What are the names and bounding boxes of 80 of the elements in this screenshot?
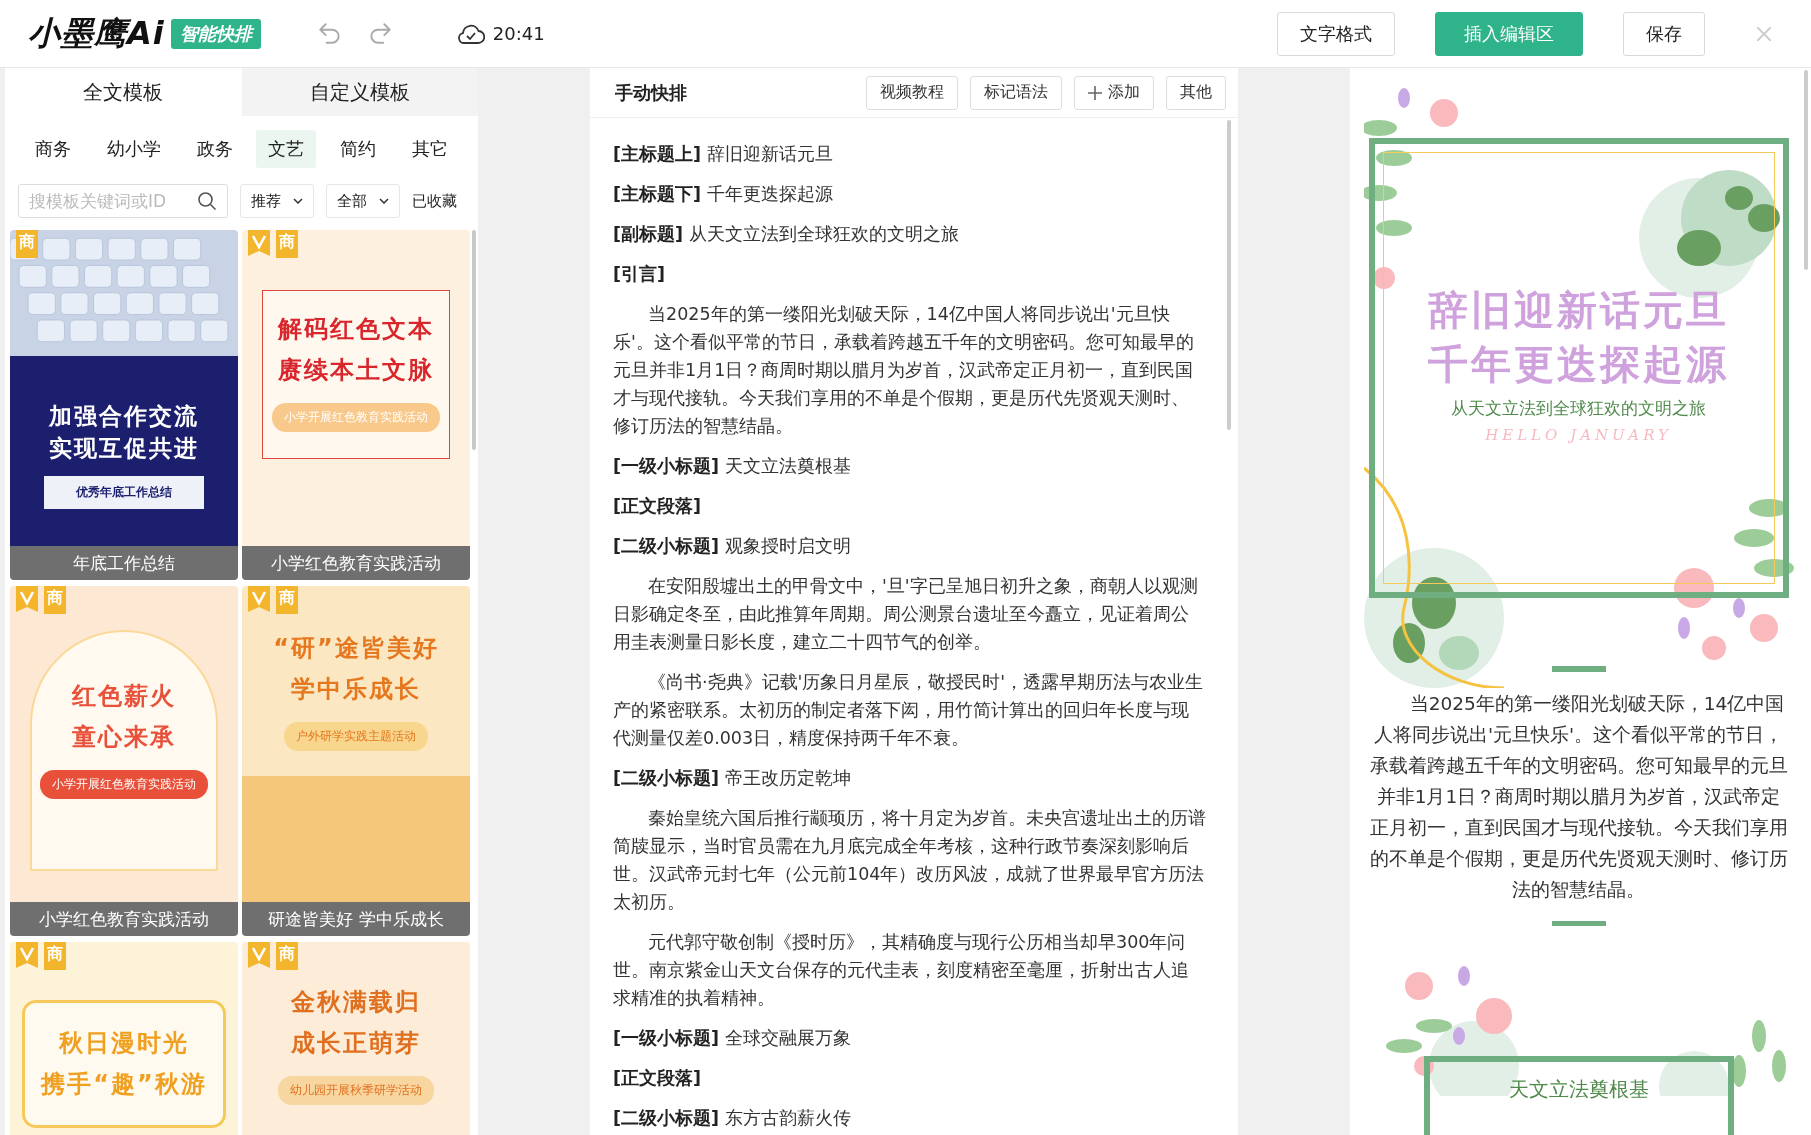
template-tag: 幼儿园开展秋季研学活动 — [278, 1075, 434, 1105]
template-card[interactable]: 商 “研”途皆美好 学中乐成长 户外研学实践主题活动 研途皆美好 学中乐成长 — [242, 586, 470, 936]
save-time: 20:41 — [492, 23, 545, 44]
section-label: [正文段落] — [613, 495, 702, 518]
marker-line: [主标题下] 千年更迭探起源 — [613, 183, 834, 206]
marker-line: [一级小标题] 全球交融展万象 — [613, 1027, 852, 1050]
editor-title: 手动快排 — [615, 80, 688, 105]
add-button[interactable]: 添加 — [1074, 75, 1154, 110]
template-title: 金秋满载归 成长正萌芽 — [291, 987, 421, 1059]
template-tag: 户外研学实践主题活动 — [284, 721, 428, 751]
cloud-check-icon — [456, 22, 485, 45]
chevron-down-icon — [379, 198, 389, 204]
template-tag: 小学开展红色教育实践活动 — [40, 769, 208, 799]
category-tab[interactable]: 商务 — [22, 130, 83, 168]
editor-button[interactable]: 标记语法 — [970, 75, 1062, 110]
template-title: 秋日漫时光 携手“趣”秋游 — [41, 1028, 207, 1100]
divider-bar — [1551, 666, 1606, 672]
commercial-badge: 商 — [276, 942, 298, 970]
template-tag: 小学开展红色教育实践活动 — [272, 402, 440, 432]
undo-icon[interactable] — [316, 20, 343, 47]
marker-line: [副标题] 从天文立法到全球狂欢的文明之旅 — [613, 223, 960, 246]
commercial-badge: 商 — [44, 942, 66, 970]
template-tag: 优秀年底工作总结 — [44, 476, 204, 510]
filter-dropdown[interactable]: 推荐 — [240, 184, 314, 218]
close-icon[interactable] — [1755, 24, 1773, 43]
app-logo: 小墨鹰Ai — [28, 12, 165, 54]
category-tab[interactable]: 文艺 — [256, 130, 317, 168]
section-label: [正文段落] — [613, 1067, 702, 1090]
template-caption: 年底工作总结 — [10, 546, 238, 580]
panel-tab[interactable]: 自定义模板 — [241, 68, 478, 116]
scrollbar-thumb[interactable] — [472, 230, 476, 450]
template-caption: 小学红色教育实践活动 — [10, 902, 238, 936]
template-card[interactable]: 商 加强合作交流 实现互促共进 优秀年底工作总结 年底工作总结 — [10, 230, 238, 580]
scrollbar-thumb[interactable] — [1804, 70, 1808, 270]
category-tab[interactable]: 幼小学 — [94, 130, 173, 168]
search-icon[interactable] — [197, 191, 217, 211]
toolbar-button[interactable]: 保存 — [1623, 11, 1705, 56]
favorites-link[interactable]: 已收藏 — [412, 191, 457, 211]
category-tab[interactable]: 其它 — [400, 130, 461, 168]
body-paragraph: 元代郭守敬创制《授时历》，其精确度与现行公历相当却早300年问世。南京紫金山天文台保存的元代圭表，刻度精密至毫厘，折射出古人追求精准的执着精神。 — [613, 931, 1190, 1010]
template-title: 红色薪火 童心来承 — [72, 681, 176, 753]
section-heading: 天文立法奠根基 — [1508, 1075, 1649, 1103]
template-caption: 研途皆美好 学中乐成长 — [242, 902, 470, 936]
preview-title: 辞旧迎新话元旦 — [1428, 286, 1729, 335]
marker-line: [二级小标题] 观象授时启文明 — [613, 535, 852, 558]
preview-title: 千年更迭探起源 — [1428, 340, 1729, 389]
body-paragraph: 当2025年的第一缕阳光划破天际，14亿中国人将同步说出'元旦快乐'。这个看似平常的节日，承载着跨越五千年的文明密码。您可知最早的元旦并非1月1日？商周时期以腊月为岁首，汉武帝定正月初一，直到民国才与现代接轨。今天我们享用的不单是个假期，更是历代先贤观天测时、修订历法的智慧结晶。 — [613, 303, 1195, 438]
editor-button[interactable]: 其他 — [1166, 75, 1226, 110]
app-badge: 智能快排 — [170, 18, 261, 49]
commercial-badge: 商 — [16, 230, 38, 258]
body-paragraph: 《尚书·尧典》记载'历象日月星辰，敬授民时'，透露早期历法与农业生产的紧密联系。太初历的制定者落下闳，用竹简计算出的回归年长度与现代测量仅差0.003日，精度保持两千年不衰。 — [613, 671, 1205, 750]
marker-line: [主标题上] 辞旧迎新话元旦 — [613, 143, 834, 166]
editor-button[interactable]: 视频教程 — [866, 75, 958, 110]
template-card[interactable]: 商 解码红色文本 赓续本土文脉 小学开展红色教育实践活动 小学红色教育实践活动 — [242, 230, 470, 580]
section-label: [引言] — [613, 263, 666, 286]
body-paragraph: 在安阳殷墟出土的甲骨文中，'旦'字已呈旭日初升之象，商朝人以观测日影确定冬至，由此推算年周期。周公测景台遗址至今矗立，见证着周公用圭表测量日影长度，建立二十四节气的创举。 — [613, 575, 1199, 654]
search-field[interactable]: 搜模板关键词或ID — [18, 184, 228, 218]
preview-subtitle: 从天文立法到全球狂欢的文明之旅 — [1451, 397, 1706, 420]
filter-dropdown[interactable]: 全部 — [326, 184, 400, 218]
preview-script-text: HELLO JANUARY — [1485, 426, 1672, 444]
toolbar-button[interactable]: 文字格式 — [1277, 11, 1395, 56]
commercial-badge: 商 — [276, 586, 298, 614]
category-tab[interactable]: 简约 — [328, 130, 389, 168]
template-caption: 小学红色教育实践活动 — [242, 546, 470, 580]
plus-icon — [1088, 85, 1102, 100]
marker-line: [一级小标题] 天文立法奠根基 — [613, 455, 852, 478]
template-title: 解码红色文本 赓续本土文脉 — [278, 314, 434, 386]
scrollbar-thumb[interactable] — [1227, 120, 1231, 430]
template-title: “研”途皆美好 学中乐成长 — [273, 633, 439, 705]
commercial-badge: 商 — [276, 230, 298, 258]
marker-line: [二级小标题] 东方古韵薪火传 — [613, 1107, 852, 1130]
template-card[interactable]: 商 红色薪火 童心来承 小学开展红色教育实践活动 小学红色教育实践活动 — [10, 586, 238, 936]
divider-bar — [1551, 920, 1606, 926]
body-paragraph: 秦始皇统六国后推行颛顼历，将十月定为岁首。未央宫遗址出土的历谱简牍显示，当时官员需在九月底完成全年考核，这种行政节奏深刻影响后世。汉武帝元封七年（公元前104年）改历风波，成就了世界最早官方历法太初历。 — [613, 807, 1206, 914]
category-tab[interactable]: 政务 — [184, 130, 245, 168]
template-title: 加强合作交流 实现互促共进 — [49, 402, 199, 464]
marker-line: [二级小标题] 帝王改历定乾坤 — [613, 767, 852, 790]
commercial-badge: 商 — [44, 586, 66, 614]
chevron-down-icon — [293, 198, 303, 204]
preview-paragraph: 当2025年的第一缕阳光划破天际，14亿中国人将同步说出'元旦快乐'。这个看似平常的节日，承载着跨越五千年的文明密码。您可知最早的元旦并非1月1日？商周时期以腊月为岁首，汉武帝定正月初一，直到民国才与现代接轨。今天我们享用的不单是个假期，更是历代先贤观天测时、修订历法的智慧结晶。 — [1368, 691, 1789, 902]
